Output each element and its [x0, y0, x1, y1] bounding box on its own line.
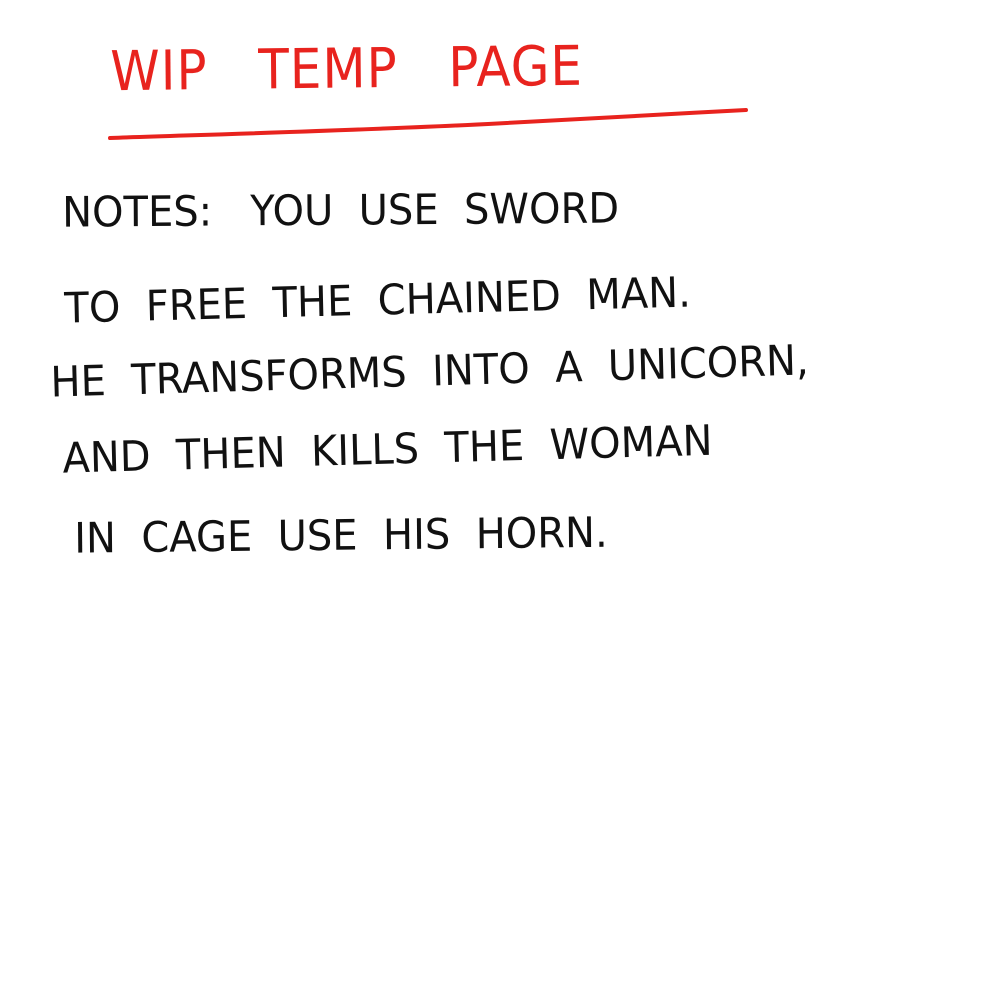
- notes-line-4: AND THEN KILLS THE WOMAN: [61, 416, 714, 484]
- wip-note-page: WIP TEMP PAGE NOTES: YOU USE SWORD TO FR…: [0, 0, 1000, 1000]
- title-underline: [108, 108, 748, 140]
- notes-line-5: IN CAGE USE HIS HORN.: [73, 508, 608, 564]
- notes-line-1: NOTES: YOU USE SWORD: [61, 184, 620, 238]
- page-title: WIP TEMP PAGE: [109, 34, 584, 104]
- notes-line-2: TO FREE THE CHAINED MAN.: [63, 268, 692, 334]
- notes-line-3: HE TRANSFORMS INTO A UNICORN,: [49, 336, 810, 408]
